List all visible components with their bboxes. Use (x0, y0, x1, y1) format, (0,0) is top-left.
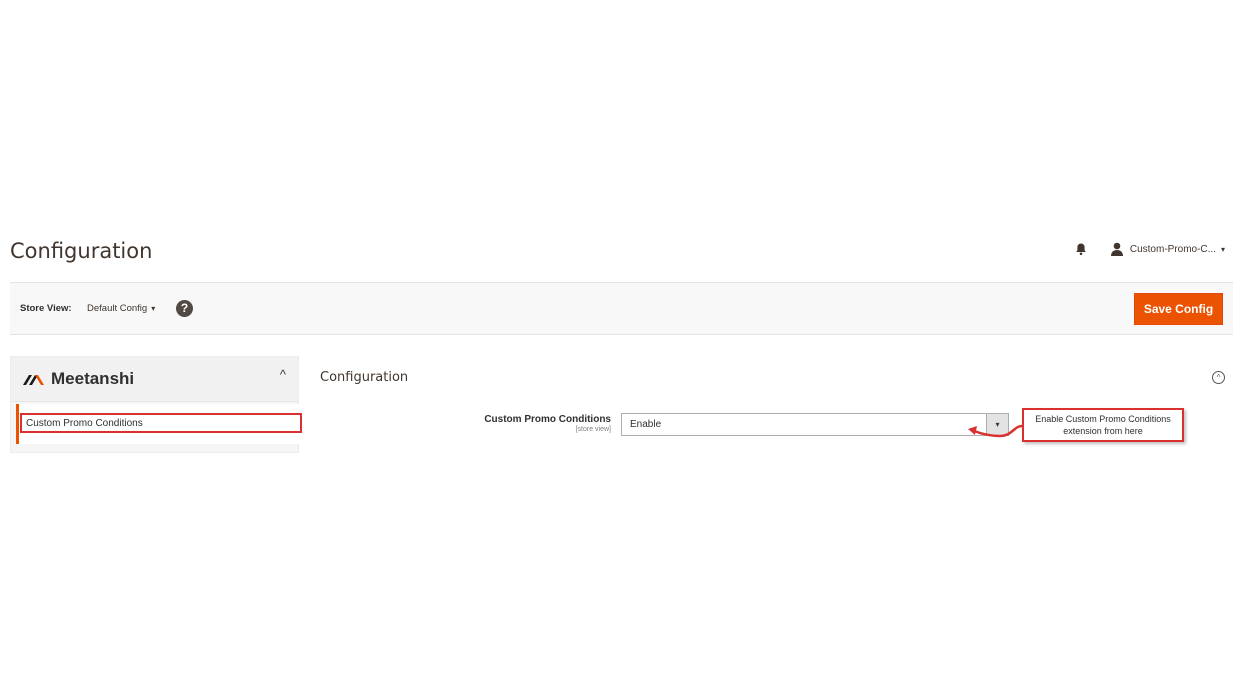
field-label: Custom Promo Conditions [store view] (484, 414, 611, 433)
collapse-circle-icon[interactable]: ^ (1212, 371, 1225, 384)
sidebar-item-custom-promo-conditions[interactable]: Custom Promo Conditions (16, 404, 302, 444)
sidebar-group-meetanshi[interactable]: Meetanshi ^ (11, 357, 298, 402)
store-view-value: Default Config (87, 303, 148, 314)
save-config-button[interactable]: Save Config (1134, 293, 1223, 325)
curved-arrow-icon (968, 424, 1023, 438)
config-sidebar: Meetanshi ^ Custom Promo Conditions (10, 356, 302, 453)
page-title: Configuration (10, 239, 153, 263)
help-icon[interactable]: ? (176, 300, 193, 317)
field-scope-text: [store view] (575, 426, 611, 433)
sidebar-group-label: Meetanshi (51, 369, 135, 388)
chevron-up-icon[interactable]: ^ (280, 367, 286, 382)
store-view-bar: Store View: Default Config ▾ ? Save Confi… (10, 282, 1233, 335)
chevron-down-icon: ▾ (1220, 244, 1225, 254)
meetanshi-logo-icon (23, 375, 44, 385)
annotation-callout: Enable Custom Promo Conditions extension… (1022, 408, 1184, 442)
annotation-line-2: extension from here (1063, 426, 1143, 436)
user-menu[interactable]: Custom-Promo-C... ▾ (1110, 242, 1225, 256)
custom-promo-conditions-select[interactable]: Enable ▾ (621, 413, 1009, 436)
store-view-label: Store View: (20, 303, 72, 314)
section-title[interactable]: Configuration (320, 370, 408, 385)
chevron-down-icon: ▾ (151, 304, 156, 313)
field-label-text: Custom Promo Conditions (484, 414, 611, 425)
annotation-line-1: Enable Custom Promo Conditions (1035, 414, 1171, 424)
bell-icon[interactable] (1074, 242, 1088, 256)
user-icon (1110, 242, 1123, 256)
header-actions: Custom-Promo-C... ▾ (1074, 240, 1225, 258)
store-view-switcher[interactable]: Default Config ▾ (87, 303, 155, 314)
select-value: Enable (630, 419, 662, 430)
sidebar-item-label[interactable]: Custom Promo Conditions (20, 413, 302, 433)
user-name: Custom-Promo-C... (1129, 243, 1216, 255)
